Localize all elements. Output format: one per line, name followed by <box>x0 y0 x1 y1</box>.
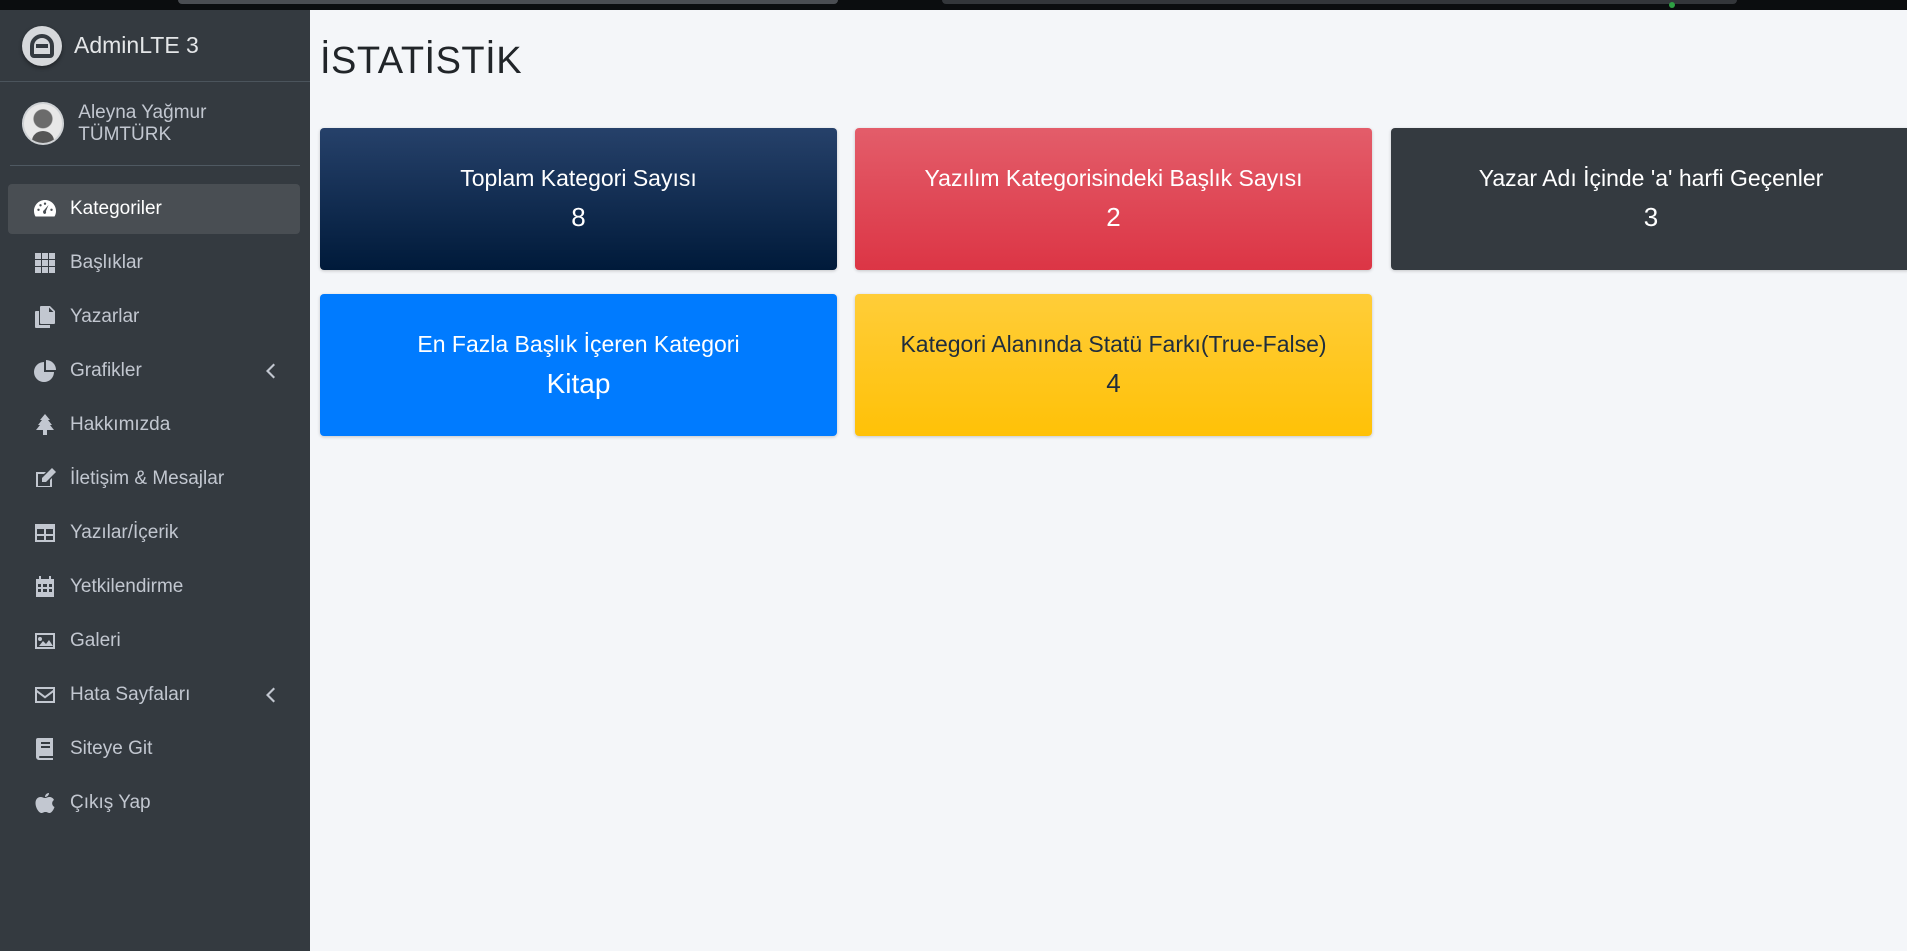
calendar-icon <box>32 574 58 600</box>
sidebar-item-siteye-git[interactable]: Siteye Git <box>8 724 300 774</box>
sidebar-item-label: İletişim & Mesajlar <box>70 468 225 489</box>
grid-icon <box>32 250 58 276</box>
brand-link[interactable]: AdminLTE 3 <box>0 10 310 82</box>
tree-icon <box>32 412 58 438</box>
browser-address-bar <box>942 0 1737 4</box>
status-indicator-dot <box>1669 2 1675 8</box>
stat-box-value: 3 <box>1643 202 1659 232</box>
brand-logo-icon <box>22 25 62 66</box>
browser-tab-bar <box>178 0 838 4</box>
sidebar-item-label: Siteye Git <box>70 738 153 759</box>
brand-name: AdminLTE 3 <box>74 32 199 58</box>
main-content: İSTATİSTİK Toplam Kategori Sayısı 8 Yazı… <box>310 10 1907 951</box>
stat-box-statu-farki: Kategori Alanında Statü Farkı(True-False… <box>855 294 1372 436</box>
sidebar-nav: Kategoriler Başlıklar Yazarlar Grafikler <box>0 184 310 828</box>
sidebar-item-cikis-yap[interactable]: Çıkış Yap <box>8 778 300 828</box>
stat-box-value: Kitap <box>546 367 611 399</box>
tachometer-icon <box>32 196 58 222</box>
stat-box-label: Yazılım Kategorisindeki Başlık Sayısı <box>924 165 1303 191</box>
stat-box-toplam-kategori: Toplam Kategori Sayısı 8 <box>320 128 837 270</box>
sidebar-item-label: Başlıklar <box>70 252 143 273</box>
chevron-left-icon[interactable] <box>264 363 280 379</box>
sidebar-item-label: Çıkış Yap <box>70 792 151 813</box>
sidebar-item-label: Yazılar/İçerik <box>70 522 179 543</box>
copy-icon <box>32 304 58 330</box>
stat-box-label: Toplam Kategori Sayısı <box>460 165 697 191</box>
sidebar-item-label: Yazarlar <box>70 306 140 327</box>
sidebar-item-label: Hata Sayfaları <box>70 684 191 705</box>
stat-box-value: 8 <box>571 202 586 232</box>
pie-chart-icon <box>32 358 58 384</box>
sidebar-item-label: Galeri <box>70 630 121 651</box>
image-icon <box>32 628 58 654</box>
sidebar-item-hakkimizda[interactable]: Hakkımızda <box>8 400 300 450</box>
envelope-icon <box>32 682 58 708</box>
stat-box-yazar-a-harfi: Yazar Adı İçinde 'a' harfi Geçenler 3 <box>1391 128 1907 270</box>
sidebar-item-label: Yetkilendirme <box>70 576 184 597</box>
user-panel[interactable]: Aleyna Yağmur TÜMTÜRK <box>10 82 300 166</box>
table-icon <box>32 520 58 546</box>
sidebar-item-label: Kategoriler <box>70 198 162 219</box>
stat-box-yazilim-baslik: Yazılım Kategorisindeki Başlık Sayısı 2 <box>855 128 1372 270</box>
sidebar: AdminLTE 3 Aleyna Yağmur TÜMTÜRK Kategor… <box>0 10 310 951</box>
sidebar-item-yazilar[interactable]: Yazılar/İçerik <box>8 508 300 558</box>
sidebar-item-basliklar[interactable]: Başlıklar <box>8 238 300 288</box>
sidebar-item-yetkilendirme[interactable]: Yetkilendirme <box>8 562 300 612</box>
sidebar-item-label: Hakkımızda <box>70 414 171 435</box>
sidebar-item-galeri[interactable]: Galeri <box>8 616 300 666</box>
stat-box-value: 4 <box>1106 368 1121 398</box>
sidebar-item-iletisim[interactable]: İletişim & Mesajlar <box>8 454 300 504</box>
sidebar-item-label: Grafikler <box>70 360 142 381</box>
user-name[interactable]: Aleyna Yağmur TÜMTÜRK <box>78 102 300 146</box>
sidebar-item-yazarlar[interactable]: Yazarlar <box>8 292 300 342</box>
book-icon <box>32 736 58 762</box>
stat-box-label: Yazar Adı İçinde 'a' harfi Geçenler <box>1478 165 1824 191</box>
stat-box-en-fazla-baslik: En Fazla Başlık İçeren Kategori Kitap <box>320 294 837 436</box>
stat-box-label: En Fazla Başlık İçeren Kategori <box>417 330 740 357</box>
sidebar-item-kategoriler[interactable]: Kategoriler <box>8 184 300 234</box>
chevron-left-icon[interactable] <box>264 687 280 703</box>
sidebar-item-grafikler[interactable]: Grafikler <box>8 346 300 396</box>
stat-box-label: Kategori Alanında Statü Farkı(True-False… <box>900 331 1327 357</box>
stat-box-value: 2 <box>1106 202 1121 232</box>
page-title: İSTATİSTİK <box>320 40 523 82</box>
apple-icon <box>32 790 58 816</box>
edit-icon <box>32 466 58 492</box>
browser-top-strip <box>0 0 1907 10</box>
avatar <box>22 102 65 145</box>
sidebar-item-hata-sayfalari[interactable]: Hata Sayfaları <box>8 670 300 720</box>
